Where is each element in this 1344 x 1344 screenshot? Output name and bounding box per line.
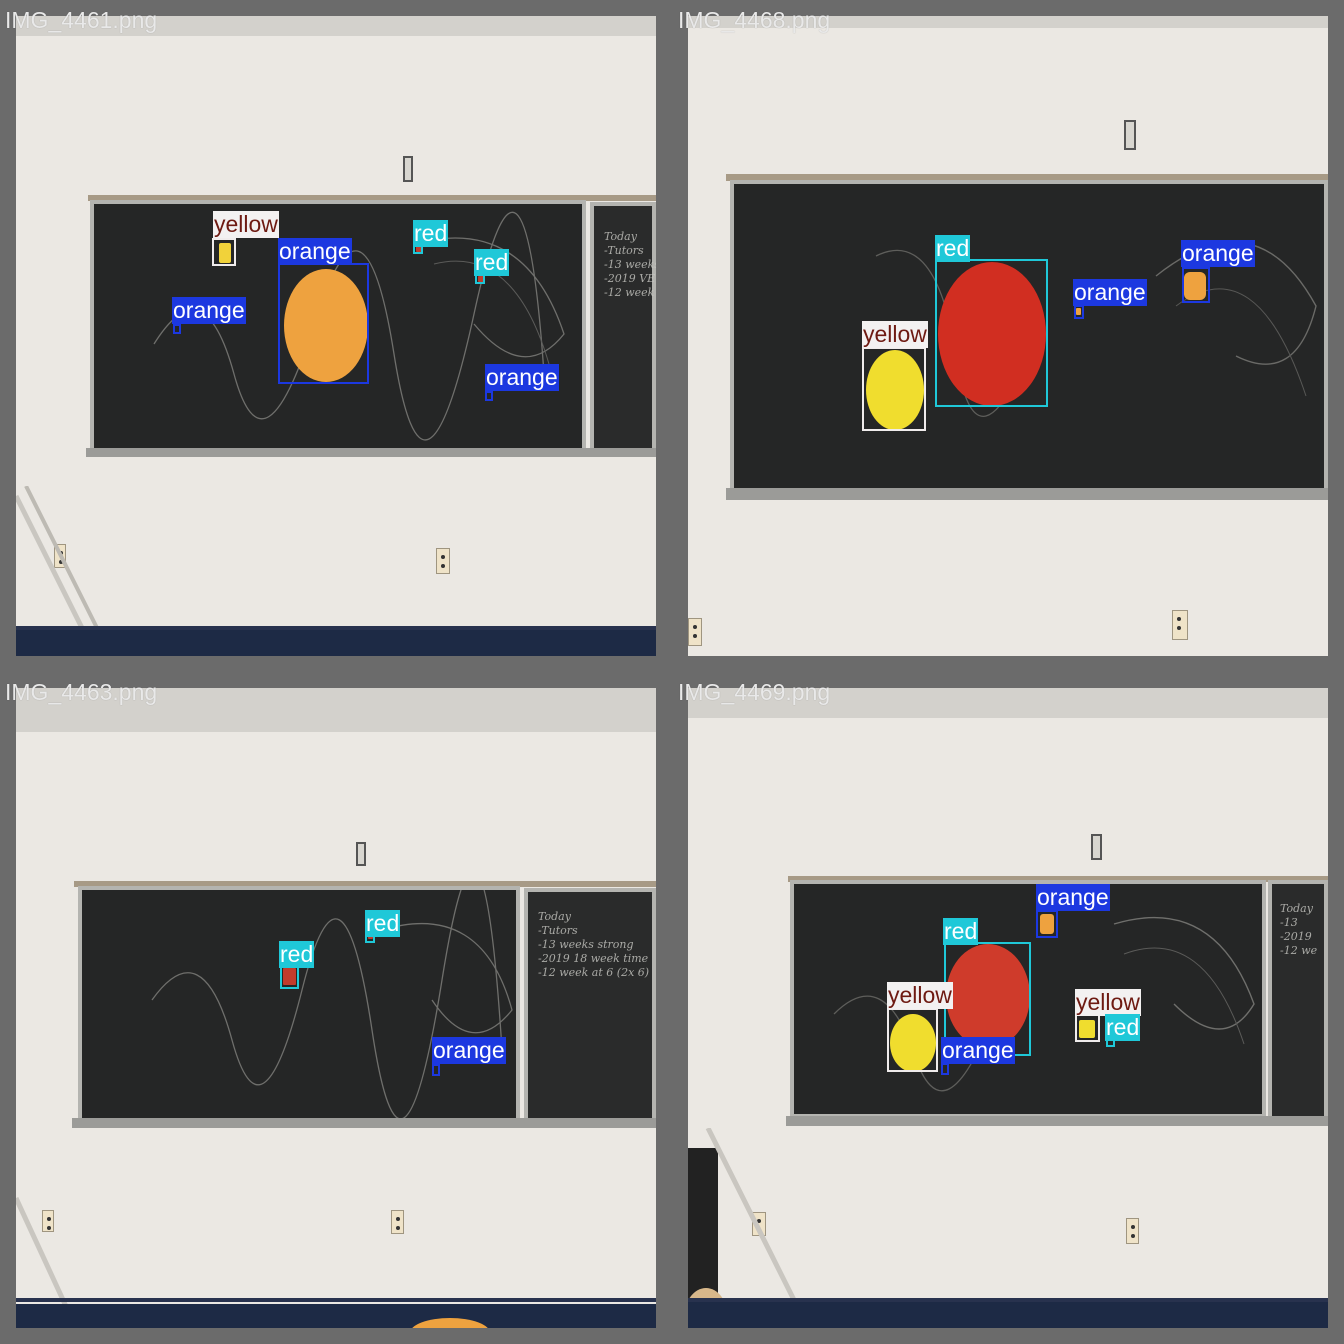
detection-label: orange [432, 1037, 506, 1064]
detection-box-orange [1036, 910, 1058, 938]
wall-hook [356, 842, 366, 866]
detection-label: yellow [887, 982, 953, 1009]
detection-label: orange [485, 364, 559, 391]
chalkboard-side: Today -Tutors -13 weeks -2019 VE -12 wee… [590, 202, 656, 454]
detection-label: orange [941, 1037, 1015, 1064]
detection-box-orange [278, 263, 369, 384]
detection-box-orange [485, 391, 493, 401]
chalk-notes: Today -13 -2019 -12 we [1280, 902, 1318, 957]
chalk-tray [72, 1118, 656, 1128]
floor [688, 1302, 1328, 1328]
detection-box-yellow [212, 238, 236, 266]
detection-box-red [935, 259, 1048, 407]
wall-outlet [436, 548, 450, 574]
detection-label: orange [1036, 884, 1110, 911]
detection-box-yellow [1075, 1014, 1100, 1042]
chalk-notes: Today -Tutors -13 weeks -2019 VE -12 wee… [604, 230, 656, 299]
detection-box-orange [1074, 305, 1084, 319]
floor [16, 1304, 656, 1328]
detection-label: red [413, 220, 449, 247]
detection-label: yellow [862, 321, 928, 348]
floor [16, 630, 656, 656]
wall-hook [1124, 120, 1136, 150]
wall-hook [1091, 834, 1102, 860]
detection-label: red [1105, 1014, 1141, 1041]
image-tile-img-4463: Today -Tutors -13 weeks strong -2019 18 … [16, 688, 656, 1328]
image-filename: IMG_4469.png [678, 679, 831, 705]
chalkboard-side: Today -13 -2019 -12 we [1268, 880, 1328, 1120]
wall-outlet [1126, 1218, 1139, 1244]
wall-outlet [391, 1210, 404, 1234]
detection-label: red [943, 918, 979, 945]
detection-label: red [474, 249, 510, 276]
detection-box-orange [432, 1064, 440, 1076]
wall-outlet [1172, 610, 1188, 640]
chalk-tray [786, 1116, 1328, 1126]
detection-label: orange [1073, 279, 1147, 306]
chalk-notes: Today -Tutors -13 weeks strong -2019 18 … [538, 910, 650, 979]
detection-label: red [365, 910, 401, 937]
image-filename: IMG_4463.png [5, 679, 158, 705]
detection-box-yellow [887, 1008, 938, 1072]
detection-label: red [279, 941, 315, 968]
chalk-tray [726, 488, 1328, 500]
image-filename: IMG_4461.png [5, 7, 158, 33]
detection-label: orange [1181, 240, 1255, 267]
detection-label: orange [172, 297, 246, 324]
chalk-scribbles [151, 890, 513, 1118]
wall-hook [403, 156, 413, 182]
detection-label: orange [278, 238, 352, 265]
detection-box-yellow [862, 347, 926, 431]
detection-box-orange [941, 1063, 949, 1075]
detection-label: yellow [213, 211, 279, 238]
detection-box-orange [173, 324, 181, 334]
chalkboard-side: Today -Tutors -13 weeks strong -2019 18 … [524, 888, 656, 1124]
detection-box-red [280, 965, 299, 989]
detection-label: red [935, 235, 971, 262]
detection-label: yellow [1075, 989, 1141, 1016]
image-filename: IMG_4468.png [678, 7, 831, 33]
chalk-tray [86, 448, 656, 457]
wall-outlet [688, 618, 702, 646]
detection-box-orange [1182, 267, 1210, 303]
